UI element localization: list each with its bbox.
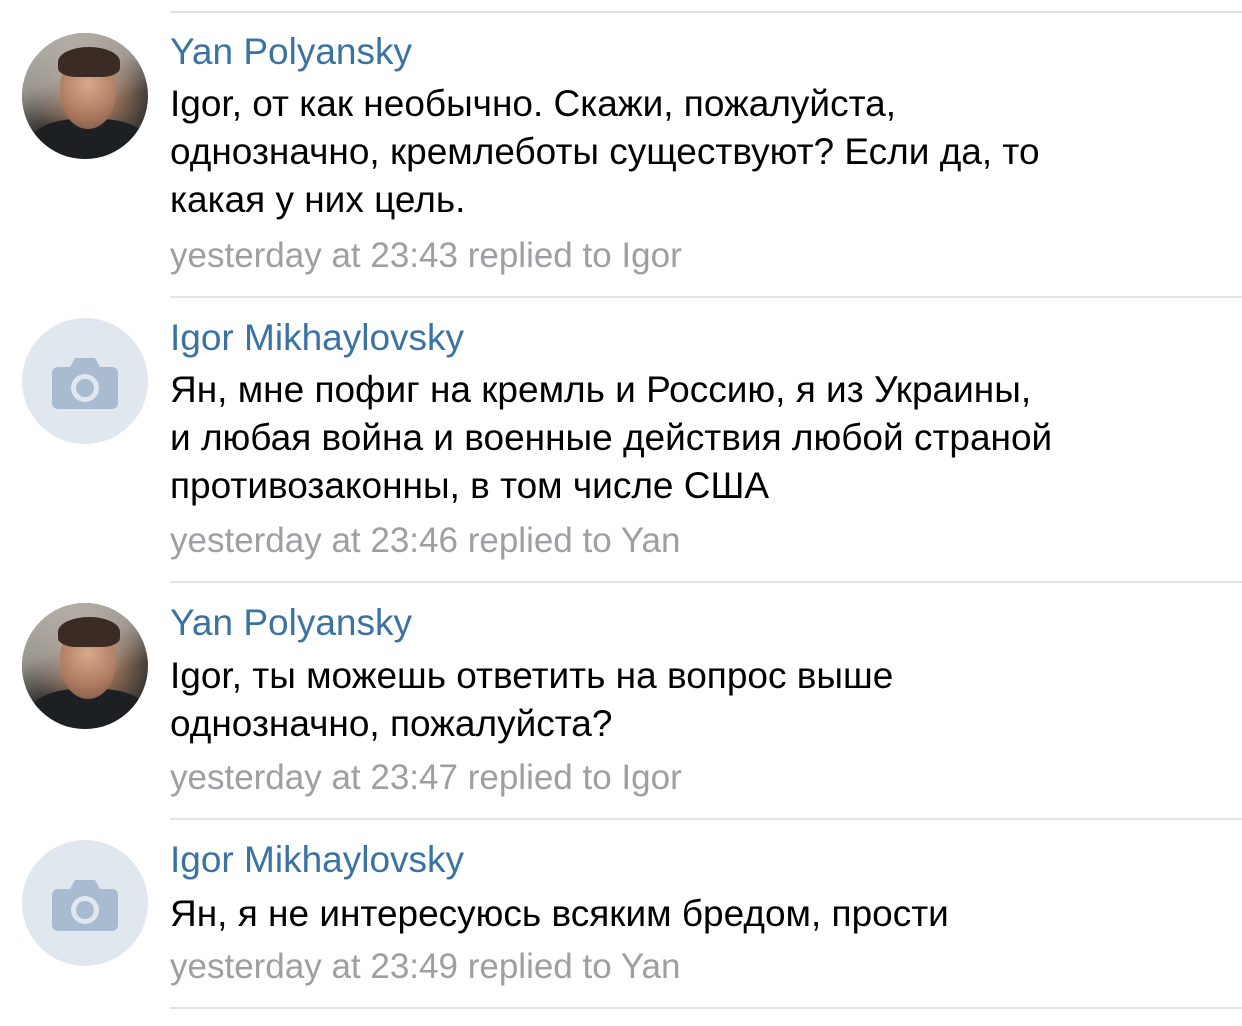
reply-to-link[interactable]: replied to Igor <box>458 236 682 275</box>
reply-to-link[interactable]: replied to Yan <box>458 947 681 986</box>
avatar[interactable] <box>22 840 148 966</box>
comment-text-line: противозаконны, в том числе США <box>170 465 770 506</box>
author-name-link[interactable]: Yan Polyansky <box>170 30 412 74</box>
timestamp: yesterday at 23:47 <box>170 758 458 797</box>
comment-text: Ян, мне пофиг на кремль и Россию, я из У… <box>170 366 1230 510</box>
camera-icon <box>52 358 118 409</box>
author-name-link[interactable]: Igor Mikhaylovsky <box>170 838 464 882</box>
comment-thread: Yan Polyansky Igor, от как необычно. Ска… <box>0 0 1242 1026</box>
comment-text-line: Ян, мне пофиг на кремль и Россию, я из У… <box>170 369 1032 410</box>
separator <box>170 581 1242 583</box>
comment-meta: yesterday at 23:47 replied to Igor <box>170 757 682 799</box>
separator <box>170 1007 1242 1009</box>
separator <box>170 818 1242 820</box>
reply-to-link[interactable]: replied to Igor <box>458 758 682 797</box>
avatar[interactable] <box>22 603 148 729</box>
reply-to-link[interactable]: replied to Yan <box>458 521 681 560</box>
comment-text-line: Ян, я не интересуюсь всяким бредом, прос… <box>170 893 949 934</box>
comment-text-line: однозначно, пожалуйста? <box>170 703 613 744</box>
comment-text: Ян, я не интересуюсь всяким бредом, прос… <box>170 890 1230 938</box>
timestamp: yesterday at 23:43 <box>170 236 458 275</box>
comment-meta: yesterday at 23:46 replied to Yan <box>170 520 680 562</box>
comment-text-line: и любая война и военные действия любой с… <box>170 417 1053 458</box>
comment-text: Igor, ты можешь ответить на вопрос выше … <box>170 652 1230 748</box>
comment-text-line: однозначно, кремлеботы существуют? Если … <box>170 131 1040 172</box>
timestamp: yesterday at 23:46 <box>170 521 458 560</box>
author-name-link[interactable]: Igor Mikhaylovsky <box>170 316 464 360</box>
separator <box>170 296 1242 298</box>
comment-meta: yesterday at 23:43 replied to Igor <box>170 235 682 277</box>
separator <box>170 11 1242 13</box>
avatar[interactable] <box>22 33 148 159</box>
timestamp: yesterday at 23:49 <box>170 947 458 986</box>
comment-meta: yesterday at 23:49 replied to Yan <box>170 946 680 988</box>
comment-text-line: Igor, ты можешь ответить на вопрос выше <box>170 655 894 696</box>
camera-icon <box>52 880 118 931</box>
comment-text: Igor, от как необычно. Скажи, пожалуйста… <box>170 80 1230 224</box>
author-name-link[interactable]: Yan Polyansky <box>170 601 412 645</box>
comment-text-line: Igor, от как необычно. Скажи, пожалуйста… <box>170 83 896 124</box>
comment-text-line: какая у них цель. <box>170 179 466 220</box>
avatar[interactable] <box>22 318 148 444</box>
